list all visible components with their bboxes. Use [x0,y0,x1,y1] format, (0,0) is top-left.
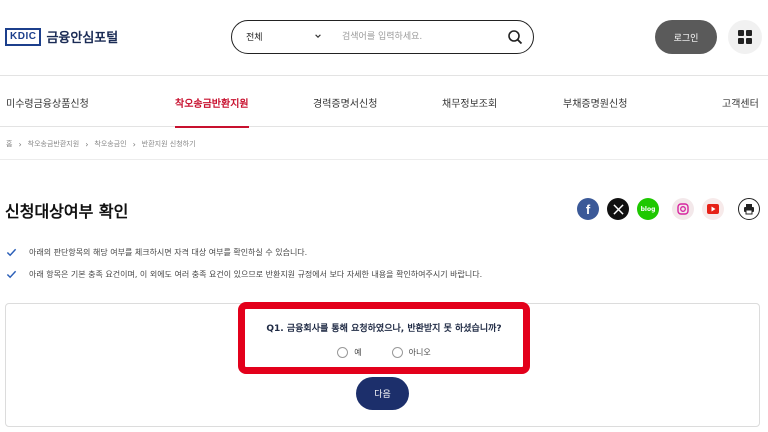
logo-text: 금융안심포털 [46,31,119,46]
page-title: 신청대상여부 확인 [5,202,129,221]
chevron-right-icon: › [18,139,22,149]
chevron-down-icon [315,34,321,38]
nav-item-career-certificate[interactable]: 경력증명서신청 [313,77,377,127]
instagram-glyph [677,203,689,215]
check-icon [6,248,17,256]
option-no-label: 아니오 [408,348,431,357]
breadcrumb-item[interactable]: 착오송금반환지원 [28,139,80,149]
printer-glyph [744,204,754,215]
main-nav: 미수령금융상품신청 착오송금반환지원 경력증명서신청 채무정보조회 부채증명원신… [0,77,768,128]
radio-no[interactable] [391,347,403,358]
youtube-icon[interactable] [702,198,724,220]
note-item: 아래 항목은 기본 충족 요건이며, 이 외에도 여러 충족 요건이 있으므로 … [6,268,482,280]
print-icon[interactable] [738,198,760,220]
option-yes[interactable]: 예 [337,347,362,358]
nav-item-unclaimed-finance[interactable]: 미수령금융상품신청 [6,77,89,127]
site-logo[interactable]: KDIC 금융안심포털 [5,27,118,46]
answer-options: 예 아니오 [245,347,523,358]
breadcrumb-item[interactable]: 착오송금인 [94,139,126,149]
search-category-select[interactable]: 전체 [246,21,326,52]
search-icon[interactable] [507,29,523,45]
instagram-icon[interactable] [672,198,694,220]
blog-label: blog [640,205,656,213]
note-text: 아래 항목은 기본 충족 요건이며, 이 외에도 여러 충족 요건이 있으므로 … [29,269,483,279]
site-header: KDIC 금융안심포털 전체 로그인 [0,0,768,76]
option-no[interactable]: 아니오 [391,347,431,358]
nav-item-debt-info[interactable]: 채무정보조회 [442,77,497,127]
facebook-icon[interactable]: f [577,198,599,220]
option-yes-label: 예 [354,348,362,357]
breadcrumb-current: 반환지원 신청하기 [141,140,196,148]
question-card: Q1. 금융회사를 통해 요청하였으나, 반환받지 못 하셨습니까? 예 아니오 [238,302,530,374]
check-icon [6,270,17,278]
nav-item-debt-certificate[interactable]: 부채증명원신청 [563,77,627,127]
blog-icon[interactable]: blog [637,198,659,220]
search-bar: 전체 [231,20,534,54]
next-button[interactable]: 다음 [356,377,409,410]
x-logo-glyph [612,203,624,215]
search-category-value: 전체 [246,33,263,43]
all-menu-button[interactable] [728,20,762,54]
note-item: 아래의 판단항목의 해당 여부를 체크하시면 자격 대상 여부를 확인하실 수 … [6,246,307,258]
kdic-logo-badge: KDIC [5,27,42,46]
grid-menu-icon [738,30,752,44]
chevron-right-icon: › [132,139,136,149]
chevron-right-icon: › [85,139,89,149]
note-text: 아래의 판단항목의 해당 여부를 체크하시면 자격 대상 여부를 확인하실 수 … [29,247,308,257]
login-button[interactable]: 로그인 [655,20,717,54]
x-icon[interactable] [607,198,629,220]
nav-item-customer-center[interactable]: 고객센터 [722,77,759,127]
nav-item-mistransfer-return[interactable]: 착오송금반환지원 [175,77,249,128]
breadcrumb: 홈 › 착오송금반환지원 › 착오송금인 › 반환지원 신청하기 [6,138,196,150]
search-input[interactable] [342,21,502,52]
question-text: Q1. 금융회사를 통해 요청하였으나, 반환받지 못 하셨습니까? [266,324,502,334]
radio-yes[interactable] [337,347,349,358]
divider [0,159,768,160]
breadcrumb-home[interactable]: 홈 [6,139,12,149]
youtube-glyph [707,204,719,214]
